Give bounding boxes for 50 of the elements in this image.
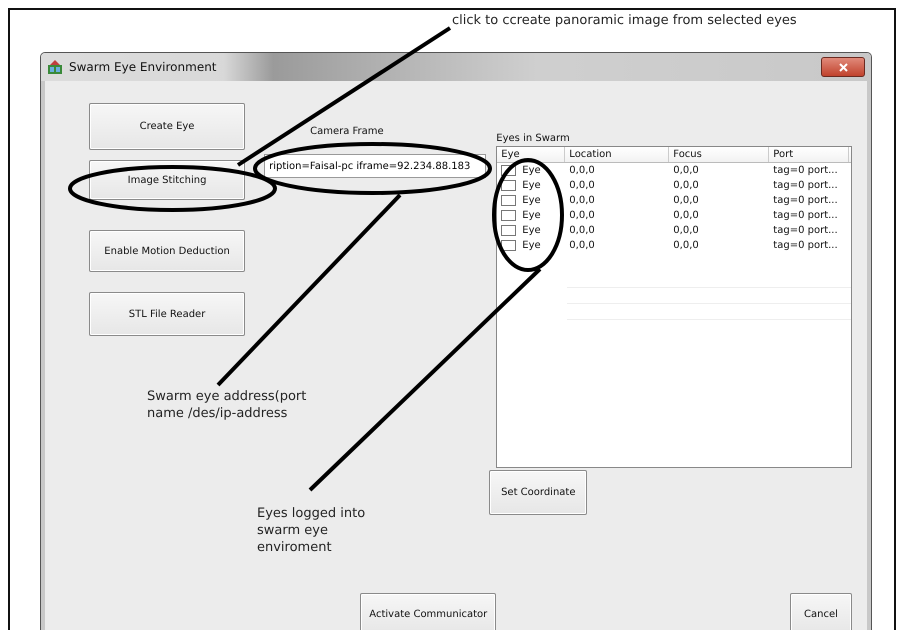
table-cell-text: 0,0,0 [672, 240, 700, 251]
table-cell-text: 0,0,0 [568, 165, 596, 176]
checkbox[interactable] [501, 225, 516, 236]
table-cell-text: Eye [521, 195, 541, 206]
null[interactable]: STL File Reader [89, 292, 246, 336]
null[interactable]: Cancel [790, 593, 852, 630]
table-cell-text: 0,0,0 [568, 195, 596, 206]
table-cell-text: tag=0 port... [772, 165, 839, 176]
table-cell-text: 0,0,0 [568, 240, 596, 251]
checkbox[interactable] [501, 195, 516, 206]
column-header[interactable]: Port [769, 147, 850, 162]
annotation-text: Swarm eye address(port name /des/ip-address [147, 388, 308, 422]
annotation-text: Eyes logged into swarm eye enviroment [257, 505, 366, 556]
eyes-list[interactable] [496, 146, 852, 468]
table-cell-text: 0,0,0 [672, 225, 700, 236]
table-cell-text: Eye [521, 225, 541, 236]
table-cell-text: Eye [521, 240, 541, 251]
app-icon [47, 59, 63, 75]
table-cell-text: 0,0,0 [672, 180, 700, 191]
column-header[interactable]: Location [565, 147, 670, 162]
table-cell-text: 0,0,0 [568, 210, 596, 221]
null[interactable]: Create Eye [89, 103, 246, 150]
table-cell-text: 0,0,0 [568, 225, 596, 236]
table-cell-text: 0,0,0 [672, 195, 700, 206]
table-cell-text: Eye [521, 210, 541, 221]
table-cell-text: Eye [521, 180, 541, 191]
table-cell-text: tag=0 port... [772, 225, 839, 236]
window-title: Swarm Eye Environment [69, 60, 217, 74]
null[interactable]: Enable Motion Deduction [89, 230, 246, 272]
address-field[interactable]: ription=Faisal-pc iframe=92.234.88.183 [264, 154, 486, 178]
close-icon [838, 62, 848, 72]
checkbox[interactable] [501, 210, 516, 221]
table-cell-text: 0,0,0 [672, 210, 700, 221]
table-cell-text: 0,0,0 [672, 165, 700, 176]
annotation-text: click to ccreate panoramic image from selected eyes [452, 12, 798, 29]
checkbox[interactable] [501, 240, 516, 251]
table-cell-text: tag=0 port... [772, 240, 839, 251]
table-cell-text: tag=0 port... [772, 180, 839, 191]
table-cell-text: tag=0 port... [772, 195, 839, 206]
column-header[interactable]: Eye [497, 147, 566, 162]
table-cell-text: tag=0 port... [772, 210, 839, 221]
column-header[interactable]: Focus [669, 147, 770, 162]
null[interactable]: Activate Communicator [360, 593, 496, 630]
list-label: Eyes in Swarm [496, 132, 571, 146]
null[interactable]: Set Coordinate [489, 470, 588, 515]
checkbox[interactable] [501, 180, 516, 191]
table-cell-text: Eye [521, 165, 541, 176]
field-label: Camera Frame [310, 126, 384, 137]
table-cell-text: 0,0,0 [568, 180, 596, 191]
close-button[interactable] [821, 57, 865, 77]
